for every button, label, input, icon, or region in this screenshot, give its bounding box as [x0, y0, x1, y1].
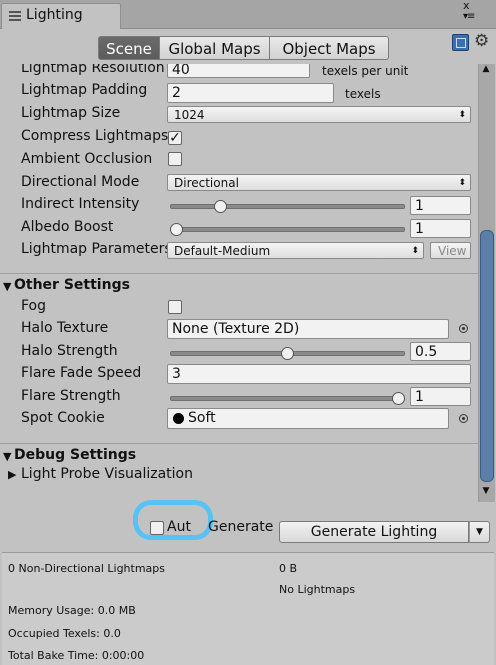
ambient-occlusion-checkbox[interactable] — [168, 152, 182, 166]
lightmap-parameters-value: Default-Medium — [174, 244, 271, 258]
compress-lightmaps-checkbox[interactable]: ✓ — [168, 131, 182, 145]
lightmap-size-label: Lightmap Size — [21, 105, 121, 121]
lightmap-size-dropdown[interactable]: 1024 ⬍ — [167, 106, 471, 123]
compress-lightmaps-label: Compress Lightmaps — [21, 128, 169, 144]
spot-cookie-value: Soft — [188, 410, 216, 426]
flare-strength-slider-handle[interactable] — [392, 392, 405, 405]
scroll-up-arrow-icon[interactable]: ▲ — [478, 64, 494, 74]
tab-lighting[interactable]: Lighting — [1, 3, 121, 29]
no-lightmaps-text: No Lightmaps — [279, 583, 356, 596]
lighting-window-icon — [9, 11, 21, 21]
lightmap-bytes: 0 B — [279, 562, 298, 575]
lightmap-stats-panel: 0 Non-Directional Lightmaps 0 B No Light… — [2, 552, 494, 665]
auto-generate-label: Aut — [167, 519, 191, 535]
fog-checkbox[interactable] — [168, 300, 182, 314]
lightmap-resolution-field[interactable]: 40 — [167, 64, 310, 78]
fog-label: Fog — [21, 298, 47, 314]
spot-cookie-label: Spot Cookie — [21, 410, 105, 426]
indirect-intensity-slider-track[interactable] — [170, 204, 405, 209]
other-settings-header[interactable]: Other Settings — [14, 277, 130, 293]
spot-cookie-field[interactable]: Soft — [167, 408, 449, 429]
texture-thumbnail-icon — [173, 413, 184, 424]
indirect-intensity-field[interactable]: 1 — [410, 196, 471, 215]
scroll-down-arrow-icon[interactable]: ▼ — [478, 486, 494, 496]
light-probe-visualization-foldout[interactable]: Light Probe Visualization — [21, 466, 193, 482]
halo-strength-label: Halo Strength — [21, 343, 118, 359]
tab-scene[interactable]: Scene — [98, 36, 160, 60]
albedo-boost-label: Albedo Boost — [21, 219, 114, 235]
lightmap-padding-label: Lightmap Padding — [21, 82, 148, 98]
memory-usage: Memory Usage: 0.0 MB — [8, 604, 136, 617]
halo-texture-field[interactable]: None (Texture 2D) — [167, 319, 449, 339]
settings-scroll-area: Lightmap Resolution 40 texels per unit L… — [0, 64, 496, 502]
object-picker-icon[interactable] — [459, 324, 468, 333]
gear-icon[interactable]: ⚙ — [474, 31, 489, 51]
view-button[interactable]: View — [430, 242, 471, 259]
lightmap-parameters-dropdown[interactable]: Default-Medium ⬍ — [167, 242, 424, 259]
albedo-boost-slider-track[interactable] — [170, 227, 405, 232]
generate-options-dropdown-icon[interactable]: ▼ — [469, 521, 490, 543]
foldout-expanded-icon[interactable]: ▼ — [3, 450, 11, 463]
section-divider — [0, 273, 478, 274]
foldout-collapsed-icon[interactable]: ▶ — [8, 468, 16, 481]
directional-mode-label: Directional Mode — [21, 174, 140, 190]
tab-title: Lighting — [26, 7, 83, 23]
generate-lighting-button[interactable]: Generate Lighting — [279, 521, 469, 543]
indirect-intensity-label: Indirect Intensity — [21, 196, 140, 212]
albedo-boost-slider-handle[interactable] — [170, 223, 183, 236]
occupied-texels: Occupied Texels: 0.0 — [8, 627, 121, 640]
object-picker-icon[interactable] — [459, 414, 468, 423]
halo-strength-field[interactable]: 0.5 — [410, 342, 471, 361]
lightmap-count: 0 Non-Directional Lightmaps — [8, 562, 166, 575]
scrollbar-thumb[interactable] — [480, 230, 494, 482]
albedo-boost-field[interactable]: 1 — [410, 219, 471, 238]
flare-fade-speed-label: Flare Fade Speed — [21, 365, 142, 381]
dropdown-arrow-icon: ⬍ — [411, 246, 419, 256]
lightmap-size-value: 1024 — [174, 108, 205, 122]
lightmap-resolution-label: Lightmap Resolution — [21, 64, 165, 76]
flare-strength-slider-track[interactable] — [170, 396, 405, 401]
dropdown-arrow-icon: ⬍ — [458, 110, 466, 120]
window-menu-icon[interactable]: ▾≡ — [463, 11, 475, 22]
padding-unit: texels — [345, 87, 381, 101]
directional-mode-value: Directional — [174, 176, 239, 190]
ambient-occlusion-label: Ambient Occlusion — [21, 151, 153, 167]
flare-strength-label: Flare Strength — [21, 388, 121, 404]
help-book-icon[interactable] — [452, 34, 469, 51]
flare-strength-field[interactable]: 1 — [410, 387, 471, 406]
section-divider — [0, 443, 478, 444]
resolution-unit: texels per unit — [322, 64, 409, 78]
total-bake-time: Total Bake Time: 0:00:00 — [8, 649, 145, 662]
lightmap-parameters-label: Lightmap Parameters — [21, 241, 172, 257]
halo-strength-slider-handle[interactable] — [281, 347, 294, 360]
lightmap-padding-field[interactable]: 2 — [167, 83, 334, 103]
halo-texture-label: Halo Texture — [21, 320, 109, 336]
tab-global-maps[interactable]: Global Maps — [160, 36, 270, 60]
indirect-intensity-slider-handle[interactable] — [214, 200, 228, 213]
generate-label: Generate — [208, 519, 274, 535]
directional-mode-dropdown[interactable]: Directional ⬍ — [167, 174, 471, 191]
tab-object-maps[interactable]: Object Maps — [270, 36, 389, 60]
foldout-expanded-icon[interactable]: ▼ — [3, 280, 11, 293]
dropdown-arrow-icon: ⬍ — [458, 178, 466, 188]
flare-fade-speed-field[interactable]: 3 — [167, 364, 471, 384]
auto-generate-checkbox[interactable] — [150, 521, 164, 535]
debug-settings-header[interactable]: Debug Settings — [14, 447, 136, 463]
